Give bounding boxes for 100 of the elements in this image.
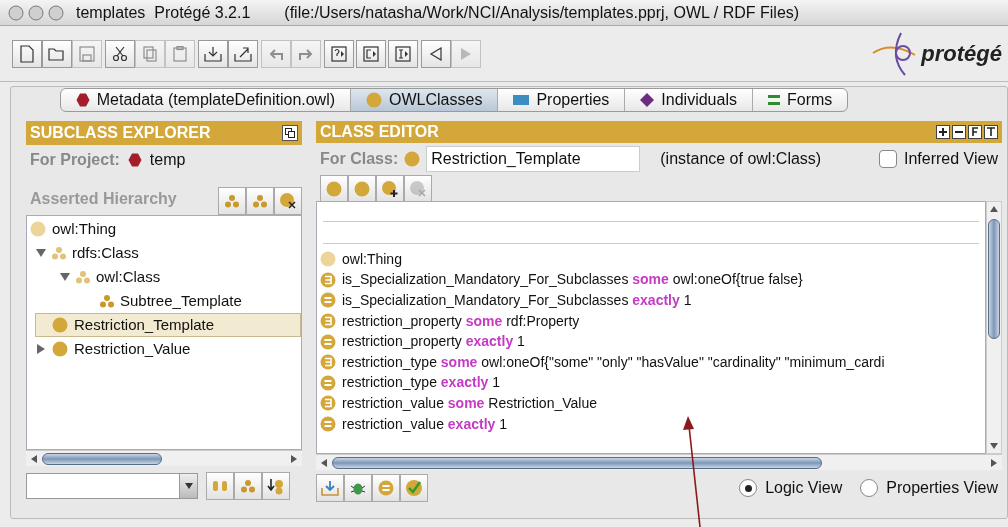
left-arrow-icon[interactable] (320, 458, 328, 467)
field-label: For Class: (320, 149, 399, 169)
binoculars-icon (212, 479, 228, 493)
tree-item[interactable]: Subtree_Template (83, 289, 301, 313)
panel-title: SUBCLASS EXPLORER (30, 123, 211, 143)
equals-icon (320, 333, 336, 350)
exists-icon (320, 354, 336, 371)
f-icon[interactable] (968, 125, 982, 139)
instance-navigator-button[interactable] (388, 39, 418, 68)
open-folder-button[interactable] (42, 39, 72, 68)
right-arrow-icon[interactable] (990, 458, 998, 467)
class-icon (52, 341, 68, 357)
tree-item[interactable]: rdfs:Class (35, 241, 301, 265)
condition-row[interactable]: restriction_value some Restriction_Value (320, 393, 985, 414)
expanded-triangle-icon[interactable] (36, 248, 46, 258)
tray-import-button[interactable] (316, 474, 344, 502)
instance-of-text: (instance of owl:Class) (660, 149, 822, 169)
vertical-scrollbar[interactable] (986, 201, 1002, 454)
tab[interactable]: Properties (497, 89, 625, 111)
cut-button[interactable] (105, 39, 135, 68)
condition-row[interactable]: restriction_type some owl:oneOf{"some" "only" "hasValue" "cardinality" "minimum_cardi (320, 351, 985, 373)
equals-icon (320, 292, 336, 309)
circle-cross-icon (279, 192, 297, 210)
tab[interactable]: Metadata (templateDefinition.owl) (60, 89, 351, 111)
circle-plus-icon (381, 180, 399, 198)
window-control-icon[interactable] (8, 4, 24, 21)
three-dots-icon (225, 194, 239, 208)
export-button[interactable] (228, 39, 258, 68)
tree-item[interactable]: owl:Class (59, 265, 301, 289)
help-navigator-icon (331, 45, 347, 62)
left-arrow-icon[interactable] (30, 454, 38, 463)
collapsed-triangle-icon[interactable] (36, 344, 46, 354)
three-dots-icon (76, 270, 90, 284)
dropdown-arrow-icon[interactable] (184, 483, 193, 489)
radio-label: Logic View (765, 478, 843, 498)
equivalent-class-button[interactable] (372, 474, 400, 502)
copy-icon (142, 45, 158, 62)
condition-row[interactable]: restriction_property some rdf:Property (320, 310, 985, 332)
save-icon (79, 45, 95, 62)
horizontal-scrollbar[interactable] (316, 454, 1002, 470)
condition-row[interactable]: is_Specialization_Mandatory_For_Subclasses some owl:oneOf{true false} (320, 269, 985, 291)
three-dots-icon (241, 479, 255, 493)
create-subclass-button[interactable] (218, 187, 246, 215)
down-arrow-icon[interactable] (990, 442, 998, 450)
right-arrow-icon[interactable] (290, 454, 298, 463)
class-icon (52, 317, 68, 333)
bars-icon (767, 95, 780, 105)
create-condition-button[interactable] (320, 175, 348, 203)
open-folder-icon (48, 46, 66, 61)
paste-icon (172, 45, 188, 62)
binoculars-button[interactable] (206, 472, 234, 500)
horizontal-scrollbar[interactable] (26, 450, 302, 466)
diamond-icon (640, 93, 655, 107)
condition-row[interactable]: restriction_property exactly 1 (320, 331, 985, 352)
t-icon[interactable] (984, 125, 998, 139)
circle-cross-icon (409, 180, 427, 198)
file-path: (file:/Users/natasha/Work/NCI/Analysis/templates.pprj, OWL / RDF Files) (284, 2, 800, 23)
radio-label: Properties View (886, 478, 998, 498)
class-name-field[interactable]: Restriction_Template (426, 146, 641, 172)
field-label: For Project: (30, 150, 120, 170)
move-down-button[interactable] (262, 472, 290, 500)
plus-icon[interactable] (936, 125, 950, 139)
new-file-button[interactable] (12, 39, 42, 68)
tree-item[interactable]: owl:Thing (29, 217, 301, 241)
circle-icon (30, 221, 46, 237)
help-navigator-button[interactable] (324, 39, 354, 68)
tab[interactable]: Forms (751, 89, 848, 111)
condition-row[interactable]: is_Specialization_Mandatory_For_Subclasses exactly 1 (320, 290, 985, 311)
restore-window-icon[interactable] (282, 125, 298, 141)
condition-row[interactable]: owl:Thing (320, 249, 985, 270)
window-control-icon[interactable] (28, 4, 44, 21)
bug-button[interactable] (344, 474, 372, 502)
tab[interactable]: Individuals (624, 89, 752, 111)
checkbox-label: Inferred View (904, 149, 998, 169)
tab[interactable]: OWLClasses (350, 89, 498, 111)
check-consistency-button[interactable] (400, 474, 428, 502)
class-navigator-button[interactable] (356, 39, 386, 68)
condition-row[interactable]: restriction_type exactly 1 (320, 372, 985, 394)
tree-item[interactable]: Restriction_Template (35, 313, 301, 337)
minus-icon[interactable] (952, 125, 966, 139)
hexagon-icon (75, 93, 90, 107)
window-control-icon[interactable] (48, 4, 64, 21)
import-button[interactable] (198, 39, 228, 68)
add-class-button[interactable] (376, 175, 404, 203)
three-dots-icon (52, 246, 66, 260)
rectangle-icon (513, 95, 530, 105)
export-icon (234, 45, 252, 62)
back-icon (429, 46, 443, 61)
back-button[interactable] (421, 39, 451, 68)
create-sibling-button[interactable] (246, 187, 274, 215)
delete-class-button[interactable] (274, 187, 302, 215)
inferred-view-checkbox[interactable] (879, 150, 897, 168)
equals-icon (320, 374, 336, 391)
condition-row[interactable]: restriction_value exactly 1 (320, 413, 985, 435)
expanded-triangle-icon[interactable] (60, 272, 70, 282)
cut-icon (112, 45, 128, 62)
class-navigator-icon (363, 45, 379, 62)
up-arrow-icon[interactable] (990, 205, 998, 213)
tree-item[interactable]: Restriction_Value (35, 337, 301, 361)
logo-text: protégé (921, 40, 1002, 68)
